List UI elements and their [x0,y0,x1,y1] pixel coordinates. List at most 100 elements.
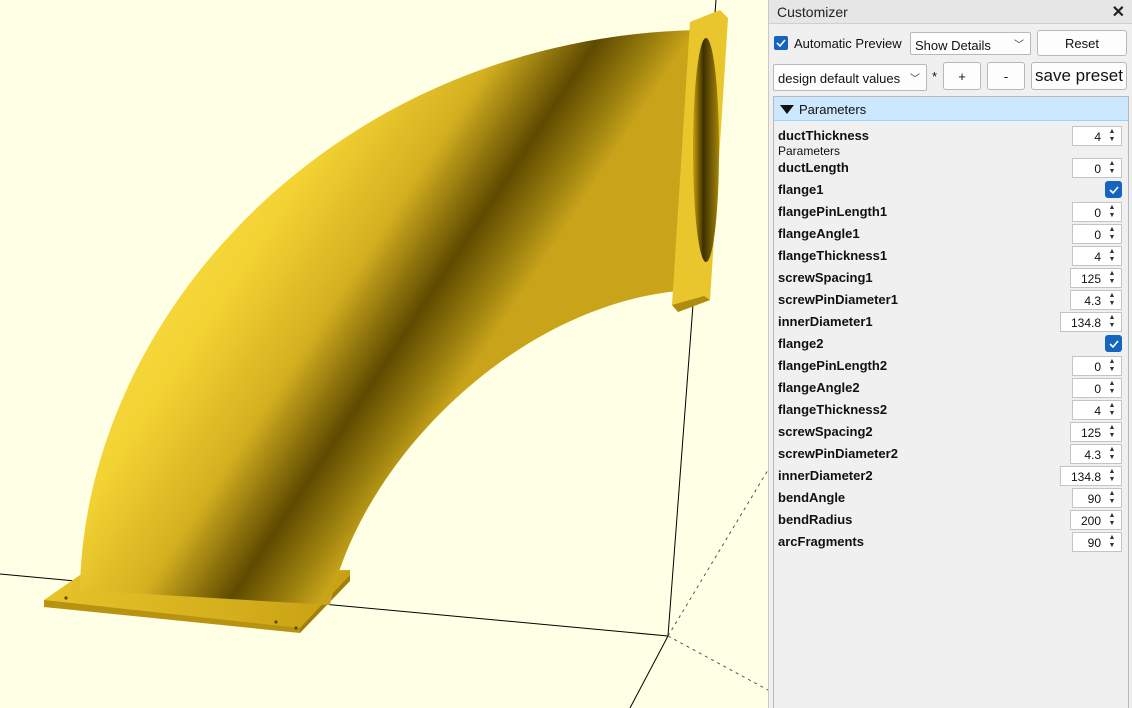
parameter-name: flangeThickness2 [778,402,888,417]
parameter-spinbox[interactable]: 4 ▲ ▼ [1072,126,1122,146]
parameter-name: flangePinLength1 [778,204,888,219]
parameter-row: screwPinDiameter2 4.3 ▲ ▼ [774,443,1128,465]
parameter-name: bendRadius [778,512,853,527]
remove-preset-button[interactable]: - [987,62,1025,90]
parameter-row: flange2 [774,333,1128,355]
parameter-spinbox[interactable]: 0 ▲ ▼ [1072,224,1122,244]
parameter-spinbox[interactable]: 90 ▲ ▼ [1072,488,1122,508]
spin-arrows-icon[interactable]: ▲ ▼ [1105,402,1119,418]
parameter-name: innerDiameter1 [778,314,873,329]
chevron-down-icon: ﹀ [1014,40,1024,51]
spin-arrows-icon[interactable]: ▲ ▼ [1105,380,1119,396]
parameter-name: flangeThickness1 [778,248,888,263]
parameter-name: flange1 [778,182,824,197]
duct-opening [693,38,719,262]
modified-marker: * [932,69,938,84]
parameter-row: innerDiameter1 134.8 ▲ ▼ [774,311,1128,333]
parameter-spinbox[interactable]: 90 ▲ ▼ [1072,532,1122,552]
collapse-triangle-icon [780,105,794,114]
parameter-value: 4 [1094,250,1101,264]
spin-arrows-icon[interactable]: ▲ ▼ [1105,534,1119,550]
close-icon[interactable]: ✕ [1112,2,1125,22]
parameter-row: flangeThickness1 4 ▲ ▼ [774,245,1128,267]
save-preset-button[interactable]: save preset [1031,62,1127,90]
parameter-name: screwPinDiameter2 [778,446,898,461]
spin-arrows-icon[interactable]: ▲ ▼ [1105,160,1119,176]
preset-select-value: design default values [778,71,901,86]
spin-arrows-icon[interactable]: ▲ ▼ [1105,468,1119,484]
spin-arrows-icon[interactable]: ▲ ▼ [1105,128,1119,144]
spin-arrows-icon[interactable]: ▲ ▼ [1105,226,1119,242]
chevron-down-icon: ﹀ [910,74,920,85]
parameter-name: flangePinLength2 [778,358,888,373]
spin-arrows-icon[interactable]: ▲ ▼ [1105,270,1119,286]
x-axis-neg-line [667,469,768,637]
parameter-name: screwSpacing1 [778,270,873,285]
parameters-group: Parameters ductThickness Parameters 4 ▲ ▼ duc… [773,96,1129,708]
spin-arrows-icon[interactable]: ▲ ▼ [1105,358,1119,374]
parameter-row: flangeAngle1 0 ▲ ▼ [774,223,1128,245]
preset-select[interactable]: design default values ﹀ [773,64,927,91]
automatic-preview-checkbox[interactable] [774,36,788,50]
parameter-row: screwSpacing2 125 ▲ ▼ [774,421,1128,443]
parameters-group-header[interactable]: Parameters [774,97,1128,121]
parameter-spinbox[interactable]: 0 ▲ ▼ [1072,356,1122,376]
spin-arrows-icon[interactable]: ▲ ▼ [1105,292,1119,308]
spin-arrows-icon[interactable]: ▲ ▼ [1105,314,1119,330]
parameter-checkbox[interactable] [1105,181,1122,198]
spin-arrows-icon[interactable]: ▲ ▼ [1105,204,1119,220]
parameter-row: flangeThickness2 4 ▲ ▼ [774,399,1128,421]
parameter-value: 200 [1080,514,1101,528]
parameter-value: 4.3 [1084,294,1101,308]
automatic-preview-label: Automatic Preview [794,36,902,51]
details-select[interactable]: Show Details ﹀ [910,32,1031,55]
parameter-value: 0 [1094,382,1101,396]
parameter-value: 90 [1087,536,1101,550]
parameter-spinbox[interactable]: 4 ▲ ▼ [1072,400,1122,420]
parameter-spinbox[interactable]: 200 ▲ ▼ [1070,510,1122,530]
parameter-spinbox[interactable]: 4.3 ▲ ▼ [1070,444,1122,464]
reset-button[interactable]: Reset [1037,30,1127,56]
spin-arrows-icon[interactable]: ▲ ▼ [1105,512,1119,528]
parameter-spinbox[interactable]: 134.8 ▲ ▼ [1060,312,1122,332]
parameter-name: flange2 [778,336,824,351]
parameter-row: ductLength 0 ▲ ▼ [774,157,1128,179]
parameter-value: 0 [1094,162,1101,176]
parameter-checkbox[interactable] [1105,335,1122,352]
parameter-value: 134.8 [1070,470,1101,484]
parameter-spinbox[interactable]: 4.3 ▲ ▼ [1070,290,1122,310]
parameter-row: flangeAngle2 0 ▲ ▼ [774,377,1128,399]
parameter-name: ductLength [778,160,849,175]
parameter-name: flangeAngle1 [778,226,860,241]
parameter-value: 125 [1080,272,1101,286]
customizer-title: Customizer [777,4,848,20]
parameter-value: 90 [1087,492,1101,506]
parameter-row: bendAngle 90 ▲ ▼ [774,487,1128,509]
parameter-value: 0 [1094,228,1101,242]
spin-arrows-icon[interactable]: ▲ ▼ [1105,446,1119,462]
add-preset-button[interactable]: + [943,62,981,90]
spin-arrows-icon[interactable]: ▲ ▼ [1105,490,1119,506]
parameter-row: screwPinDiameter1 4.3 ▲ ▼ [774,289,1128,311]
parameter-value: 4 [1094,130,1101,144]
checkmark-icon [1109,340,1119,349]
parameter-spinbox[interactable]: 4 ▲ ▼ [1072,246,1122,266]
parameter-spinbox[interactable]: 0 ▲ ▼ [1072,378,1122,398]
parameter-spinbox[interactable]: 125 ▲ ▼ [1070,268,1122,288]
parameter-spinbox[interactable]: 0 ▲ ▼ [1072,158,1122,178]
3d-viewport[interactable] [0,0,768,708]
parameter-row: bendRadius 200 ▲ ▼ [774,509,1128,531]
parameter-row: ductThickness Parameters 4 ▲ ▼ [774,125,1128,158]
parameter-row: innerDiameter2 134.8 ▲ ▼ [774,465,1128,487]
y-axis-neg-line [667,635,768,691]
group-title: Parameters [799,102,867,117]
model-render [0,0,768,708]
spin-arrows-icon[interactable]: ▲ ▼ [1105,248,1119,264]
parameter-spinbox[interactable]: 125 ▲ ▼ [1070,422,1122,442]
parameter-spinbox[interactable]: 0 ▲ ▼ [1072,202,1122,222]
spin-arrows-icon[interactable]: ▲ ▼ [1105,424,1119,440]
parameter-row: arcFragments 90 ▲ ▼ [774,531,1128,553]
parameter-spinbox[interactable]: 134.8 ▲ ▼ [1060,466,1122,486]
parameter-name: innerDiameter2 [778,468,873,483]
parameter-row: flangePinLength2 0 ▲ ▼ [774,355,1128,377]
